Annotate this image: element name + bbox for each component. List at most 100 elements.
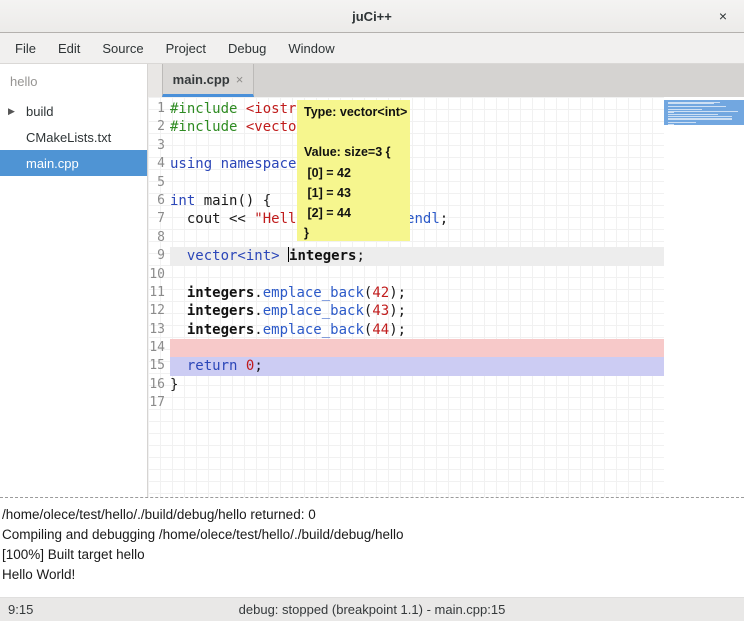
code-content: #include <vector> (170, 118, 664, 136)
minimap-code-line (668, 114, 718, 115)
code-token: #include (170, 119, 246, 135)
tree-item-label: CMakeLists.txt (26, 130, 111, 145)
file-tree-sidebar: hello ▶buildCMakeLists.txtmain.cpp (0, 64, 148, 497)
tab-bar: main.cpp × (148, 64, 744, 97)
tooltip-line: Value: size=3 { (304, 142, 403, 162)
minimap-code-line (668, 111, 738, 112)
code-token (170, 285, 187, 301)
code-content: integers.emplace_back(42); (170, 284, 664, 302)
code-token (280, 248, 288, 264)
output-line: Compiling and debugging /home/olece/test… (2, 525, 740, 545)
code-content (170, 174, 664, 192)
code-token: 44 (372, 322, 389, 338)
code-token (170, 303, 187, 319)
code-line[interactable]: 17 (148, 394, 664, 412)
code-line[interactable]: 13 integers.emplace_back(44); (148, 321, 664, 339)
code-content (170, 137, 664, 155)
line-number: 11 (148, 284, 170, 302)
code-token: } (170, 377, 178, 393)
tree-item-build[interactable]: ▶build (0, 98, 147, 124)
window-title: juCi++ (352, 9, 392, 24)
code-line[interactable]: 15 return 0; (148, 357, 664, 375)
menu-item-edit[interactable]: Edit (47, 33, 91, 63)
editor: 1#include <iostream>2#include <vector>34… (148, 97, 744, 497)
code-token (212, 156, 220, 172)
code-token: namespace (221, 156, 297, 172)
code-token: integers (187, 303, 254, 319)
line-number: 1 (148, 100, 170, 118)
tree-item-main-cpp[interactable]: main.cpp (0, 150, 147, 176)
code-token: ; (254, 358, 262, 374)
code-line[interactable]: 11 integers.emplace_back(42); (148, 284, 664, 302)
code-content (170, 339, 664, 357)
code-token: integers (187, 285, 254, 301)
output-panel[interactable]: /home/olece/test/hello/./build/debug/hel… (0, 497, 744, 597)
code-token: using (170, 156, 212, 172)
output-line: Hello World! (2, 565, 740, 585)
tree-item-label: main.cpp (26, 156, 79, 171)
menu-item-source[interactable]: Source (91, 33, 154, 63)
line-number: 17 (148, 394, 170, 412)
code-content: cout << "Hello World!" << endl; (170, 210, 664, 228)
menu-item-project[interactable]: Project (155, 33, 217, 63)
code-token: ; (356, 248, 364, 264)
minimap-code-line (668, 119, 732, 120)
code-line[interactable]: 10 (148, 266, 664, 284)
minimap-code-line (668, 124, 674, 125)
line-number: 6 (148, 192, 170, 210)
code-content: } (170, 376, 664, 394)
code-token: vector<int> (187, 248, 280, 264)
code-content (170, 394, 664, 412)
tooltip-line: [1] = 43 (304, 183, 403, 203)
tree-item-cmakelists-txt[interactable]: CMakeLists.txt (0, 124, 147, 150)
code-token: cout << (170, 211, 254, 227)
code-content (170, 266, 664, 284)
line-number: 10 (148, 266, 170, 284)
code-token: ); (389, 285, 406, 301)
line-number: 16 (148, 376, 170, 394)
line-number: 5 (148, 174, 170, 192)
code-token: endl (406, 211, 440, 227)
line-number: 7 (148, 210, 170, 228)
code-token: integers (187, 322, 254, 338)
code-content: integers.emplace_back(43); (170, 302, 664, 320)
tooltip-line: } (304, 223, 403, 243)
code-token: int (170, 193, 195, 209)
code-line[interactable]: 12 integers.emplace_back(43); (148, 302, 664, 320)
editor-column: main.cpp × 1#include <iostream>2#include… (148, 64, 744, 497)
line-number: 14 (148, 339, 170, 357)
minimap[interactable] (664, 97, 744, 497)
close-icon[interactable]: × (714, 7, 732, 25)
line-number: 13 (148, 321, 170, 339)
menu-item-file[interactable]: File (4, 33, 47, 63)
line-number: 4 (148, 155, 170, 173)
menu-item-debug[interactable]: Debug (217, 33, 277, 63)
tab-main-cpp[interactable]: main.cpp × (162, 64, 254, 97)
code-token: . (254, 322, 262, 338)
line-number: 15 (148, 357, 170, 375)
code-token: emplace_back (263, 322, 364, 338)
code-content: vector<int> integers; (170, 247, 664, 265)
code-content: integers.emplace_back(44); (170, 321, 664, 339)
code-line[interactable]: 16} (148, 376, 664, 394)
code-token: 43 (372, 303, 389, 319)
code-line[interactable]: 14 (148, 339, 664, 357)
tab-close-icon[interactable]: × (236, 72, 244, 87)
tooltip-line: Type: vector<int> (304, 102, 403, 122)
tooltip-line: [2] = 44 (304, 203, 403, 223)
code-token: ); (389, 303, 406, 319)
code-token: #include (170, 101, 246, 117)
code-content: return 0; (170, 357, 664, 375)
line-number: 8 (148, 229, 170, 247)
code-token: 42 (372, 285, 389, 301)
code-token: return (187, 358, 238, 374)
title-bar[interactable]: juCi++ × (0, 0, 744, 33)
minimap-viewport[interactable] (664, 100, 744, 125)
code-line[interactable]: 9 vector<int> integers; (148, 247, 664, 265)
chevron-right-icon[interactable]: ▶ (8, 106, 24, 117)
code-token: ; (440, 211, 448, 227)
code-token: . (254, 303, 262, 319)
menu-item-window[interactable]: Window (277, 33, 345, 63)
code-token: emplace_back (263, 303, 364, 319)
tooltip-line (304, 122, 403, 142)
